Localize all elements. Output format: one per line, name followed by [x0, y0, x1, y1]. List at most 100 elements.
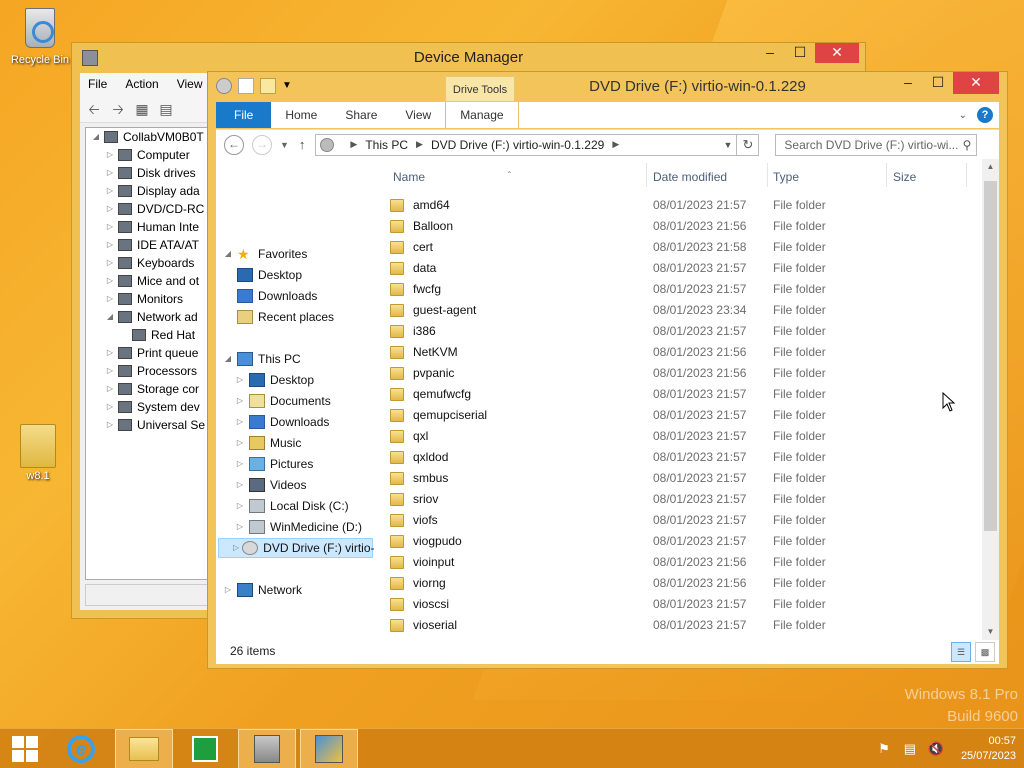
- file-row[interactable]: vioscsi 08/01/2023 21:57 File folder: [384, 594, 981, 615]
- tree-item[interactable]: ◢ CollabVM0B0T: [86, 128, 217, 146]
- desktop-icon-w81-folder[interactable]: w8.1: [0, 424, 76, 482]
- address-dropdown-icon[interactable]: ▼: [724, 140, 733, 150]
- taskbar-internet-explorer[interactable]: e: [52, 729, 110, 768]
- file-row[interactable]: smbus 08/01/2023 21:57 File folder: [384, 468, 981, 489]
- nav-item-pictures[interactable]: ▷ Pictures: [234, 454, 313, 474]
- nav-item-downloads[interactable]: ▷ Downloads: [234, 412, 329, 432]
- details-view-icon[interactable]: ☰: [951, 642, 971, 662]
- refresh-button[interactable]: ↻: [737, 133, 760, 156]
- help-icon[interactable]: ?: [977, 107, 993, 123]
- nav-item-dvd-drive-f[interactable]: ▷ DVD Drive (F:) virtio-: [218, 538, 374, 558]
- file-row[interactable]: viofs 08/01/2023 21:57 File folder: [384, 510, 981, 531]
- tab-home[interactable]: Home: [271, 102, 331, 128]
- expand-arrow-icon[interactable]: ▷: [234, 496, 246, 516]
- menu-view[interactable]: View: [177, 77, 203, 91]
- taskbar-device-manager[interactable]: [238, 729, 296, 768]
- flag-icon[interactable]: ⚑: [875, 741, 893, 757]
- expand-arrow-icon[interactable]: ▷: [234, 412, 246, 432]
- tree-item[interactable]: ▷ Disk drives: [86, 164, 217, 182]
- breadcrumb-dvd-drive[interactable]: DVD Drive (F:) virtio-win-0.1.229: [431, 138, 604, 152]
- recent-locations-icon[interactable]: ▼: [280, 140, 289, 150]
- clock[interactable]: 00:57 25/07/2023: [961, 734, 1016, 764]
- nav-item-documents[interactable]: ▷ Documents: [234, 391, 331, 411]
- expand-arrow-icon[interactable]: ▷: [104, 254, 116, 272]
- new-folder-icon[interactable]: [260, 78, 276, 94]
- file-row[interactable]: amd64 08/01/2023 21:57 File folder: [384, 195, 981, 216]
- file-row[interactable]: qxl 08/01/2023 21:57 File folder: [384, 426, 981, 447]
- file-row[interactable]: viogpudo 08/01/2023 21:57 File folder: [384, 531, 981, 552]
- expand-arrow-icon[interactable]: ▷: [234, 454, 246, 474]
- tab-view[interactable]: View: [391, 102, 445, 128]
- tree-item[interactable]: ▷ DVD/CD-RC: [86, 200, 217, 218]
- expand-arrow-icon[interactable]: ▷: [222, 580, 234, 600]
- vertical-scrollbar[interactable]: ▲ ▼: [982, 159, 999, 640]
- file-row[interactable]: vioserial 08/01/2023 21:57 File folder: [384, 615, 981, 636]
- expand-arrow-icon[interactable]: ▷: [234, 370, 246, 390]
- file-row[interactable]: i386 08/01/2023 21:57 File folder: [384, 321, 981, 342]
- column-size[interactable]: Size: [893, 170, 916, 184]
- file-row[interactable]: sriov 08/01/2023 21:57 File folder: [384, 489, 981, 510]
- file-row[interactable]: pvpanic 08/01/2023 21:56 File folder: [384, 363, 981, 384]
- tree-item[interactable]: ▷ Storage cor: [86, 380, 217, 398]
- back-button[interactable]: ←: [224, 134, 244, 155]
- expand-arrow-icon[interactable]: ▷: [104, 236, 116, 254]
- file-list-pane[interactable]: ⌃ Name Date modified Type Size amd64 08/0…: [384, 159, 999, 640]
- expand-arrow-icon[interactable]: ◢: [104, 308, 116, 326]
- expand-arrow-icon[interactable]: ▷: [104, 182, 116, 200]
- minimize-button[interactable]: –: [893, 72, 923, 94]
- expand-arrow-icon[interactable]: ▷: [104, 290, 116, 308]
- file-row[interactable]: data 08/01/2023 21:57 File folder: [384, 258, 981, 279]
- navigation-pane[interactable]: ◢ ★ Favorites Desktop Downloads Recent p…: [216, 159, 376, 640]
- tree-item[interactable]: ▷ Display ada: [86, 182, 217, 200]
- file-row[interactable]: qxldod 08/01/2023 21:57 File folder: [384, 447, 981, 468]
- breadcrumb-this-pc[interactable]: This PC: [365, 138, 408, 152]
- up-arrow-icon[interactable]: ↑: [299, 137, 306, 152]
- nav-item-desktop[interactable]: ▷ Desktop: [234, 370, 314, 390]
- expand-arrow-icon[interactable]: ▷: [104, 362, 116, 380]
- properties-icon[interactable]: ▦: [132, 100, 152, 118]
- large-icons-view-icon[interactable]: ▩: [975, 642, 995, 662]
- file-row[interactable]: qemupciserial 08/01/2023 21:57 File folder: [384, 405, 981, 426]
- nav-network[interactable]: ▷ Network: [222, 580, 302, 600]
- tree-item[interactable]: ▷ Universal Se: [86, 416, 217, 434]
- expand-arrow-icon[interactable]: ▷: [104, 218, 116, 236]
- expand-arrow-icon[interactable]: ▷: [234, 517, 246, 537]
- network-status-icon[interactable]: ▤: [901, 741, 919, 757]
- nav-item-music[interactable]: ▷ Music: [234, 433, 301, 453]
- file-row[interactable]: NetKVM 08/01/2023 21:56 File folder: [384, 342, 981, 363]
- tree-item[interactable]: ▷ Processors: [86, 362, 217, 380]
- expand-arrow-icon[interactable]: ▷: [234, 433, 246, 453]
- nav-favorites[interactable]: ◢ ★ Favorites: [222, 244, 307, 264]
- customize-dropdown-icon[interactable]: ▼: [282, 78, 292, 94]
- file-row[interactable]: Balloon 08/01/2023 21:56 File folder: [384, 216, 981, 237]
- file-row[interactable]: vioinput 08/01/2023 21:56 File folder: [384, 552, 981, 573]
- nav-item-local-disk-c[interactable]: ▷ Local Disk (C:): [234, 496, 349, 516]
- nav-item-recent-places[interactable]: Recent places: [234, 307, 334, 327]
- file-explorer-window[interactable]: ▼ Drive Tools DVD Drive (F:) virtio-win-…: [207, 71, 1008, 669]
- expand-arrow-icon[interactable]: ▷: [104, 380, 116, 398]
- tree-item[interactable]: ▷ IDE ATA/AT: [86, 236, 217, 254]
- expand-arrow-icon[interactable]: ▷: [234, 391, 246, 411]
- back-arrow-icon[interactable]: 🡠: [84, 100, 104, 118]
- taskbar-store[interactable]: [176, 729, 234, 768]
- menu-file[interactable]: File: [88, 77, 107, 91]
- properties-icon[interactable]: [238, 78, 254, 94]
- nav-item-desktop[interactable]: Desktop: [234, 265, 302, 285]
- taskbar-setup[interactable]: [300, 729, 358, 768]
- tree-item[interactable]: ▷ Human Inte: [86, 218, 217, 236]
- chevron-right-icon[interactable]: ▶: [416, 139, 423, 150]
- tab-share[interactable]: Share: [331, 102, 391, 128]
- tree-item[interactable]: ▷ Keyboards: [86, 254, 217, 272]
- taskbar-file-explorer[interactable]: [115, 729, 173, 768]
- scroll-thumb[interactable]: [984, 181, 997, 531]
- expand-arrow-icon[interactable]: ▷: [104, 164, 116, 182]
- forward-button[interactable]: →: [252, 134, 272, 155]
- nav-item-videos[interactable]: ▷ Videos: [234, 475, 306, 495]
- close-button[interactable]: ✕: [815, 43, 859, 63]
- scroll-down-icon[interactable]: ▼: [982, 624, 999, 640]
- minimize-button[interactable]: –: [755, 43, 785, 63]
- tree-item[interactable]: ▷ System dev: [86, 398, 217, 416]
- file-row[interactable]: viorng 08/01/2023 21:56 File folder: [384, 573, 981, 594]
- start-button[interactable]: [0, 729, 50, 768]
- nav-item-downloads[interactable]: Downloads: [234, 286, 317, 306]
